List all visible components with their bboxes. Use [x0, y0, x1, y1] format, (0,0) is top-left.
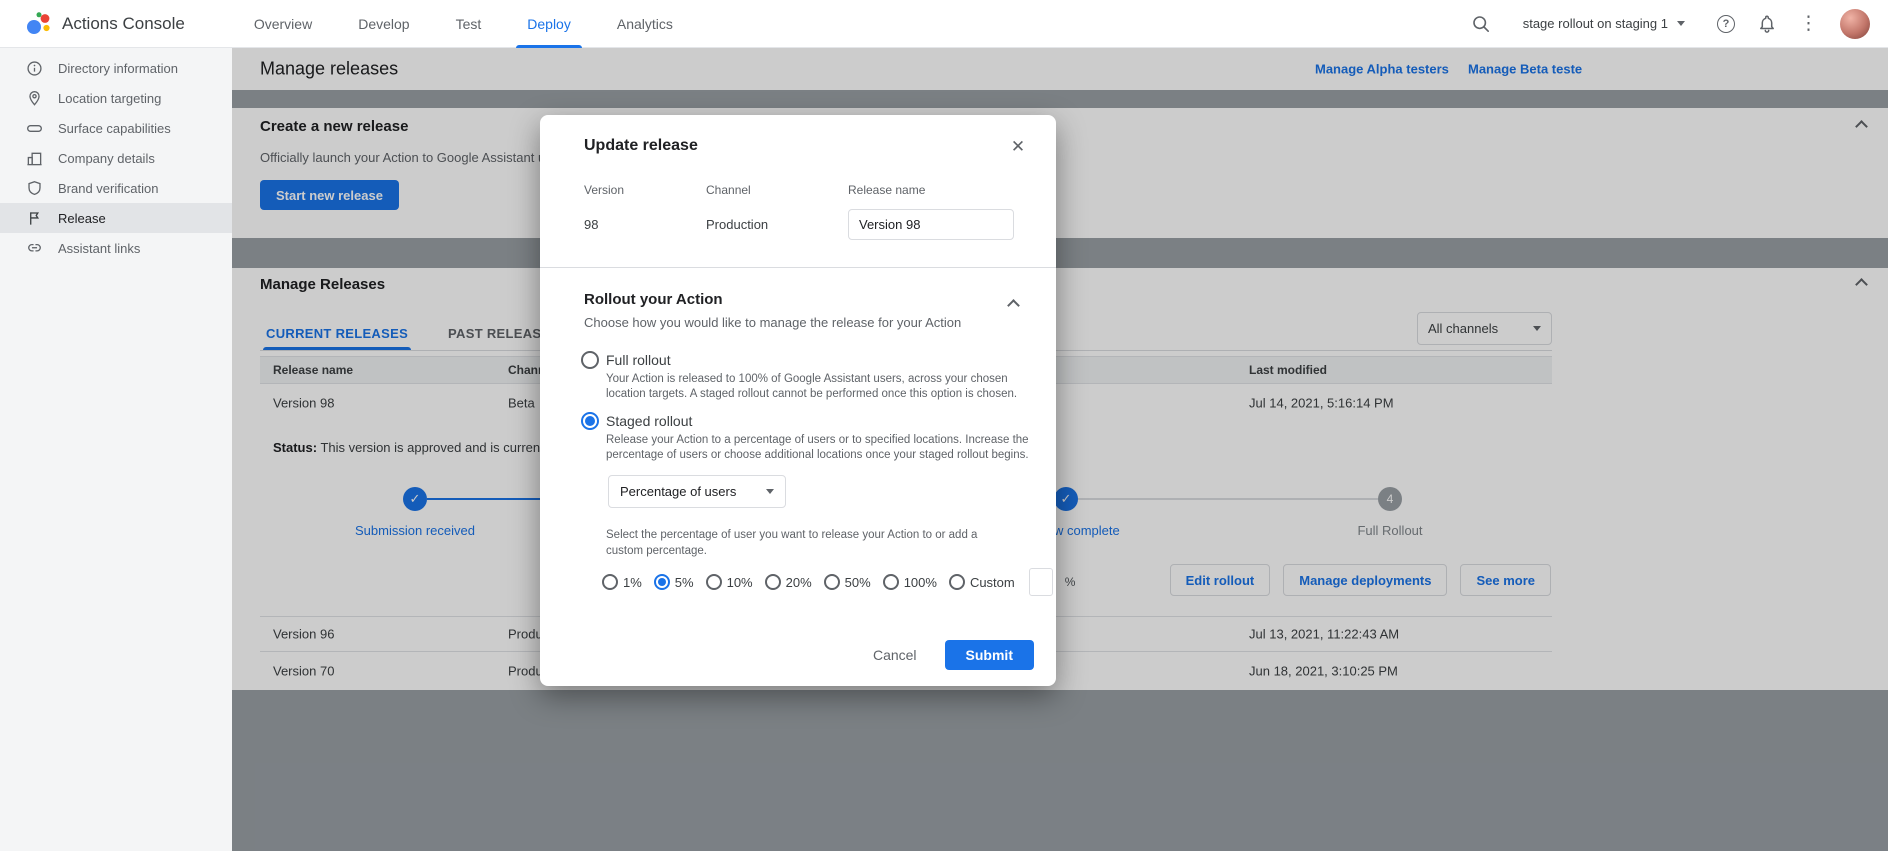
rollout-section-title: Rollout your Action — [584, 291, 723, 308]
radio-selected-icon — [654, 574, 670, 590]
nav-test[interactable]: Test — [433, 0, 505, 48]
radio-icon — [706, 574, 722, 590]
divider — [540, 267, 1056, 268]
rollout-method-value: Percentage of users — [620, 484, 736, 499]
actions-console-logo — [26, 11, 52, 37]
percent-option-20[interactable]: 20% — [765, 574, 812, 590]
avatar[interactable] — [1840, 9, 1870, 39]
percent-option-50[interactable]: 50% — [824, 574, 871, 590]
chevron-up-icon[interactable] — [1007, 299, 1020, 312]
help-icon[interactable]: ? — [1717, 15, 1735, 33]
project-name: stage rollout on staging 1 — [1523, 16, 1668, 31]
percent-label: 100% — [904, 575, 937, 590]
release-name-input[interactable] — [848, 209, 1014, 240]
update-release-dialog: Update release ✕ Version Channel Release… — [540, 115, 1056, 686]
sidebar-item-company-details[interactable]: Company details — [0, 143, 232, 173]
help-glyph: ? — [1723, 18, 1730, 30]
brand: Actions Console — [0, 11, 185, 37]
notifications-icon[interactable] — [1757, 14, 1777, 34]
sidebar-item-location-targeting[interactable]: Location targeting — [0, 83, 232, 113]
radio-icon — [824, 574, 840, 590]
location-pin-icon — [26, 90, 43, 107]
radio-icon — [883, 574, 899, 590]
sidebar-item-label: Directory information — [58, 61, 178, 76]
percent-label: 20% — [786, 575, 812, 590]
percent-label: 50% — [845, 575, 871, 590]
caret-down-icon — [1677, 21, 1685, 26]
sidebar-item-label: Company details — [58, 151, 155, 166]
sidebar-item-label: Brand verification — [58, 181, 158, 196]
sidebar-item-brand-verification[interactable]: Brand verification — [0, 173, 232, 203]
sidebar-item-label: Location targeting — [58, 91, 161, 106]
sidebar-item-label: Assistant links — [58, 241, 140, 256]
cancel-button[interactable]: Cancel — [873, 647, 917, 663]
primary-nav: Overview Develop Test Deploy Analytics — [231, 0, 696, 48]
custom-percentage-input[interactable] — [1029, 568, 1053, 596]
radio-icon — [602, 574, 618, 590]
building-icon — [26, 150, 43, 167]
modal-scrim[interactable] — [232, 48, 1888, 851]
rollout-section-subtitle: Choose how you would like to manage the … — [584, 315, 961, 330]
dialog-footer: Cancel Submit — [873, 640, 1034, 670]
full-rollout-radio[interactable] — [581, 351, 599, 369]
dialog-title: Update release — [584, 137, 698, 155]
sidebar-item-label: Release — [58, 211, 106, 226]
percentage-options: 1% 5% 10% 20% 50% 100% Custom % — [602, 567, 1075, 597]
topbar-actions: stage rollout on staging 1 ? ⋮ — [1471, 9, 1888, 39]
sidebar: Directory information Location targeting… — [0, 48, 232, 851]
full-rollout-label[interactable]: Full rollout — [606, 352, 671, 368]
percent-label: Custom — [970, 575, 1015, 590]
percent-option-10[interactable]: 10% — [706, 574, 753, 590]
percent-label: 1% — [623, 575, 642, 590]
nav-overview[interactable]: Overview — [231, 0, 335, 48]
close-icon[interactable]: ✕ — [1006, 135, 1030, 159]
channel-value: Production — [706, 217, 768, 232]
version-value: 98 — [584, 217, 598, 232]
submit-button[interactable]: Submit — [945, 640, 1034, 670]
percent-option-5[interactable]: 5% — [654, 574, 694, 590]
capability-pill-icon — [26, 120, 43, 137]
radio-icon — [949, 574, 965, 590]
percent-option-1[interactable]: 1% — [602, 574, 642, 590]
caret-down-icon — [766, 489, 774, 494]
sidebar-item-surface-capabilities[interactable]: Surface capabilities — [0, 113, 232, 143]
percent-label: 5% — [675, 575, 694, 590]
top-app-bar: Actions Console Overview Develop Test De… — [0, 0, 1888, 48]
rollout-method-select[interactable]: Percentage of users — [608, 475, 786, 508]
staged-rollout-description: Release your Action to a percentage of u… — [606, 433, 1041, 463]
staged-rollout-radio[interactable] — [581, 412, 599, 430]
percent-option-custom[interactable]: Custom — [949, 574, 1015, 590]
sidebar-item-assistant-links[interactable]: Assistant links — [0, 233, 232, 263]
percent-option-100[interactable]: 100% — [883, 574, 937, 590]
nav-develop[interactable]: Develop — [335, 0, 432, 48]
app-title: Actions Console — [62, 14, 185, 34]
more-options-icon[interactable]: ⋮ — [1799, 14, 1818, 33]
link-icon — [26, 240, 43, 257]
shield-icon — [26, 180, 43, 197]
sidebar-item-release[interactable]: Release — [0, 203, 232, 233]
radio-icon — [765, 574, 781, 590]
channel-label: Channel — [706, 183, 751, 197]
version-label: Version — [584, 183, 624, 197]
project-selector[interactable]: stage rollout on staging 1 — [1523, 16, 1685, 31]
info-icon — [26, 60, 43, 77]
sidebar-item-directory-information[interactable]: Directory information — [0, 53, 232, 83]
release-icon — [26, 210, 43, 227]
nav-analytics[interactable]: Analytics — [594, 0, 696, 48]
search-icon[interactable] — [1471, 14, 1491, 34]
sidebar-item-label: Surface capabilities — [58, 121, 171, 136]
percent-label: 10% — [727, 575, 753, 590]
full-rollout-description: Your Action is released to 100% of Googl… — [606, 372, 1041, 402]
staged-rollout-label[interactable]: Staged rollout — [606, 413, 692, 429]
release-name-label: Release name — [848, 183, 925, 197]
percentage-hint: Select the percentage of user you want t… — [606, 527, 1006, 559]
percent-suffix: % — [1065, 575, 1076, 589]
nav-deploy[interactable]: Deploy — [504, 0, 594, 48]
